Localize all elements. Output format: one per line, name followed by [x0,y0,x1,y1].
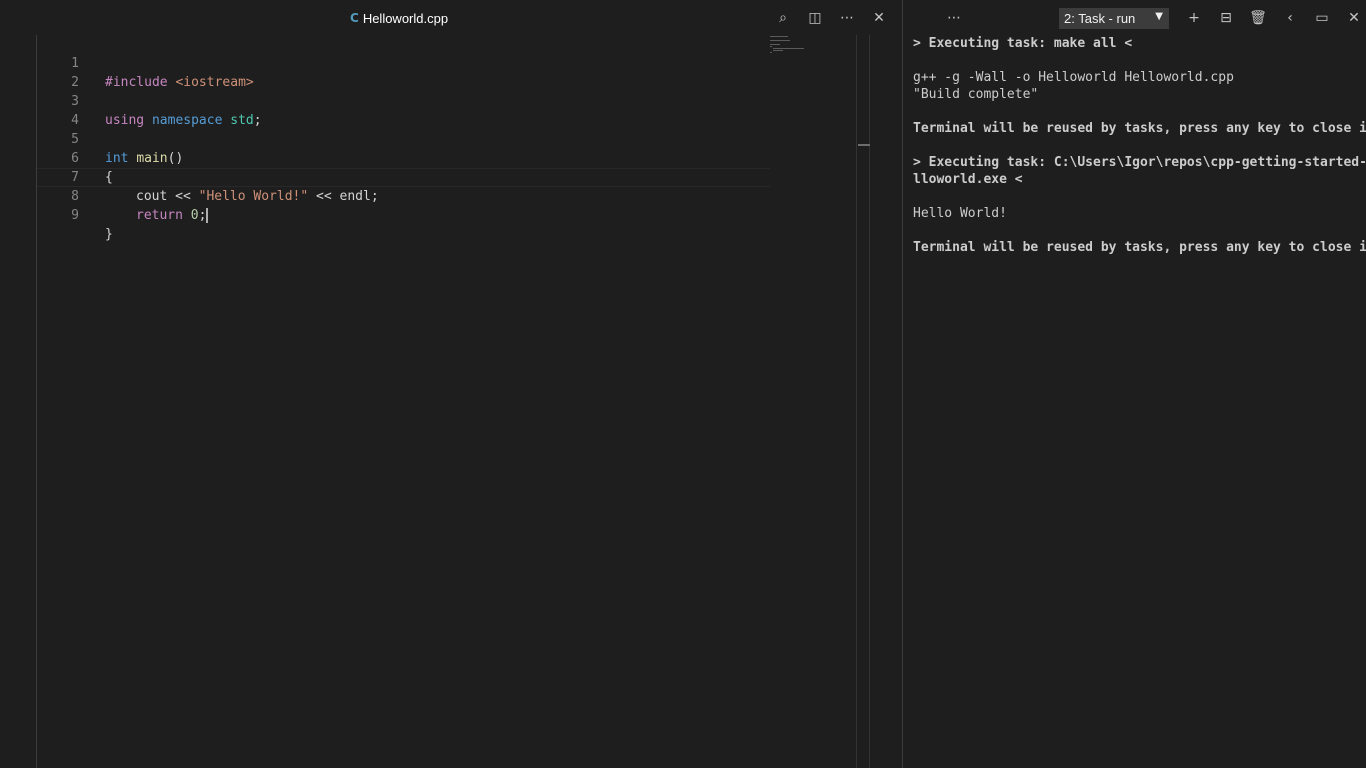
code-line-8: 8 return 0; [37,168,770,223]
minimap-line [773,50,783,51]
terminal-line: Terminal will be reused by tasks, press … [913,121,1366,136]
terminal-toolbar: ⋯ 2: Task - run ▼ + ⊟ 🗑 ‹ ▭ ✕ [903,0,1366,35]
terminal-line: Hello World! [913,206,1007,221]
toggle-panel-icon[interactable]: ▭ [1309,8,1335,28]
cpp-file-icon: C [350,11,359,25]
editor-pane: C Helloworld.cpp ⌕ ◫ ⋯ ✕ 1 #include <ios… [0,0,902,768]
semicolon: ; [198,208,207,223]
line-number: 9 [71,208,79,223]
vertical-scrollbar[interactable] [856,35,870,768]
minimap[interactable] [770,35,856,768]
find-in-file-icon[interactable]: ⌕ [770,8,796,28]
terminal-panel: ⋯ 2: Task - run ▼ + ⊟ 🗑 ‹ ▭ ✕ > Executin… [903,0,1366,768]
selected-terminal-label: 2: Task - run [1064,11,1136,26]
minimap-line [770,36,788,37]
code-line-6: 6 { [37,130,770,185]
terminal-line: Terminal will be reused by tasks, press … [913,240,1366,255]
split-editor-icon[interactable]: ◫ [802,8,828,28]
kill-terminal-icon[interactable]: 🗑 [1245,8,1271,28]
more-actions-icon[interactable]: ⋯ [834,8,860,28]
terminal-actions: + ⊟ 🗑 ‹ ▭ ✕ [1181,8,1366,28]
editor-title-bar: C Helloworld.cpp ⌕ ◫ ⋯ ✕ [0,0,902,35]
minimap-line [770,44,780,45]
code-line-4: 4 [37,92,770,128]
minimap-line [770,52,772,53]
code-line-7: 7 cout << "Hello World!" << endl; [37,149,770,204]
terminal-line: "Build complete" [913,87,1039,102]
terminal-line: > Executing task: make all < [913,36,1133,51]
split-terminal-icon[interactable]: ⊟ [1213,8,1239,28]
number-literal: 0 [190,208,199,223]
file-name-label: Helloworld.cpp [362,10,449,26]
dropdown-arrow-icon: ▼ [1155,11,1163,22]
terminal-instance-select[interactable]: 2: Task - run ▼ [1059,8,1169,29]
editor-actions: ⌕ ◫ ⋯ ✕ [770,8,892,28]
close-editor-icon[interactable]: ✕ [866,8,892,28]
code-line-1: 1 #include <iostream> [37,35,770,90]
minimap-line [770,40,790,41]
terminal-line: g++ -g -Wall -o Helloworld Helloworld.cp… [913,70,1234,85]
editor-tab-helloworld[interactable]: C Helloworld.cpp [350,9,448,27]
close-panel-icon[interactable]: ✕ [1341,8,1366,28]
terminal-line: > Executing task: C:\Users\Igor\repos\cp… [913,155,1366,170]
keyword-return: return [136,208,183,223]
minimap-line [773,48,804,49]
code-line-2: 2 [37,54,770,90]
text-cursor [206,208,209,223]
code-line-5: 5 int main() [37,111,770,166]
code-line-3: 3 using namespace std; [37,73,770,128]
restore-panel-icon[interactable]: ‹ [1277,8,1303,28]
new-terminal-icon[interactable]: + [1181,8,1207,28]
close-brace: } [105,227,113,242]
code-editor[interactable]: 1 #include <iostream> 2 3 using namespac… [37,35,770,768]
more-actions-icon[interactable]: ⋯ [943,8,965,28]
cursor-position-marker [858,144,870,146]
terminal-line: lloworld.exe < [913,172,1023,187]
code-line-9: 9 } [37,187,770,242]
minimap-line [770,46,772,47]
